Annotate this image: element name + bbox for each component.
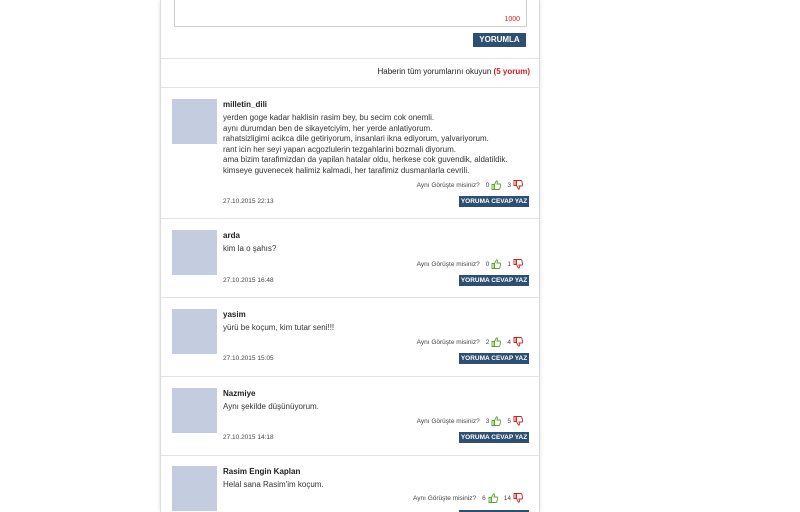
like-count: 6: [482, 494, 486, 502]
comment-text: kim la o şahıs?: [223, 244, 523, 255]
user-placeholder-icon: [172, 388, 217, 433]
divider: [161, 58, 539, 59]
vote-bar: Aynı Görüşte misiniz? 0 3: [417, 180, 523, 190]
comment-date: 27.10.2015 22:13: [223, 198, 274, 205]
avatar: [172, 230, 217, 275]
comment-line: aynı durumdan ben de sikayetciyim, her y…: [223, 123, 433, 133]
all-comments-link[interactable]: Haberin tüm yorumlarını okuyun (5 yorum): [377, 67, 530, 76]
vote-question: Aynı Görüşte misiniz?: [416, 338, 480, 346]
comment-count[interactable]: (5 yorum): [494, 67, 530, 76]
like-count: 2: [485, 338, 490, 346]
thumbs-up-icon[interactable]: [491, 416, 502, 426]
vote-bar: Aynı Görüşte misiniz? 6 14: [413, 493, 523, 503]
dislike-count: 3: [507, 181, 511, 189]
comment-item: milletin_dili yerden goge kadar haklisin…: [161, 88, 539, 218]
avatar: [172, 99, 217, 144]
thumbs-up-icon[interactable]: [491, 337, 502, 347]
comment-line: kim la o şahıs?: [223, 244, 277, 253]
vote-bar: Aynı Görüşte misiniz? 2 4: [417, 337, 523, 347]
vote-question: Aynı Görüşte misiniz?: [416, 417, 480, 425]
char-counter: 1000: [504, 16, 520, 23]
comment-username: milletin_dili: [223, 100, 268, 109]
comment-line: yürü be koçum, kim tutar seni!!!: [223, 323, 335, 332]
comment-date: 27.10.2015 15:05: [223, 355, 274, 362]
avatar: [172, 388, 217, 433]
like-count: 3: [485, 417, 490, 425]
comment-line: Aynı şekilde düşünüyorum.: [223, 402, 319, 411]
submit-comment-button[interactable]: YORUMLA: [473, 33, 526, 47]
comment-text: Helal sana Rasim'im koçum.: [223, 480, 523, 491]
comment-date: 27.10.2015 16:48: [223, 277, 274, 284]
vote-bar: Aynı Görüşte misiniz? 0 1: [417, 259, 523, 269]
comment-text: yerden goge kadar haklisin rasim bey, bu…: [223, 113, 523, 176]
thumbs-up-icon[interactable]: [491, 259, 502, 269]
vote-question: Aynı Görüşte misiniz?: [416, 181, 480, 189]
comment-line: kimseye guvenecek halimiz kalmadi, her t…: [223, 165, 470, 175]
comment-line: rant icin her seyi yapan acgozlulerin te…: [223, 144, 457, 154]
like-count: 0: [485, 260, 490, 268]
thumbs-down-icon[interactable]: [513, 416, 523, 426]
comment-textarea[interactable]: 1000: [174, 0, 527, 27]
dislike-count: 1: [507, 260, 511, 268]
thumbs-up-icon[interactable]: [491, 180, 502, 190]
comment-text: Aynı şekilde düşünüyorum.: [223, 402, 523, 413]
thumbs-down-icon[interactable]: [513, 259, 523, 269]
comment-item: Rasim Engin Kaplan Helal sana Rasim'im k…: [161, 456, 539, 512]
comment-item: arda kim la o şahıs? Aynı Görüşte misini…: [161, 219, 539, 297]
dislike-count: 14: [503, 494, 511, 502]
comment-line: yerden goge kadar haklisin rasim bey, bu…: [223, 113, 435, 122]
dislike-count: 5: [507, 417, 511, 425]
dislike-count: 4: [507, 338, 511, 346]
comment-username: Nazmiye: [223, 389, 256, 398]
comment-item: Nazmiye Aynı şekilde düşünüyorum. Aynı G…: [161, 377, 539, 455]
vote-question: Aynı Görüşte misiniz?: [416, 260, 480, 268]
comment-item: yasim yürü be koçum, kim tutar seni!!! A…: [161, 298, 539, 376]
comment-line: rahatsizligimi acikca dile getiriyorum, …: [223, 134, 489, 143]
reply-button[interactable]: YORUMA CEVAP YAZ: [459, 275, 529, 286]
reply-button[interactable]: YORUMA CEVAP YAZ: [459, 196, 529, 207]
user-placeholder-icon: [172, 230, 217, 275]
user-placeholder-icon: [172, 309, 217, 354]
user-placeholder-icon: [172, 99, 217, 144]
avatar: [172, 309, 217, 354]
comment-line: ama bizim tarafimizdan da yapilan hatala…: [223, 155, 508, 164]
user-placeholder-icon: [172, 466, 217, 511]
comment-username: yasim: [223, 310, 246, 319]
comment-username: Rasim Engin Kaplan: [223, 467, 301, 476]
thumbs-down-icon[interactable]: [513, 337, 523, 347]
thumbs-down-icon[interactable]: [513, 180, 523, 190]
comment-text: yürü be koçum, kim tutar seni!!!: [223, 323, 523, 334]
comment-line: Helal sana Rasim'im koçum.: [223, 480, 324, 489]
reply-button[interactable]: YORUMA CEVAP YAZ: [459, 432, 529, 443]
comments-panel: 1000 YORUMLA Haberin tüm yorumlarını oku…: [160, 0, 540, 512]
thumbs-down-icon[interactable]: [513, 493, 523, 503]
vote-question: Aynı Görüşte misiniz?: [413, 494, 477, 502]
comment-username: arda: [223, 231, 240, 240]
avatar: [172, 466, 217, 511]
thumbs-up-icon[interactable]: [488, 493, 498, 503]
vote-bar: Aynı Görüşte misiniz? 3 5: [417, 416, 523, 426]
comment-date: 27.10.2015 14:18: [223, 434, 274, 441]
like-count: 0: [485, 181, 490, 189]
all-comments-text[interactable]: Haberin tüm yorumlarını okuyun: [377, 67, 491, 76]
reply-button[interactable]: YORUMA CEVAP YAZ: [459, 353, 529, 364]
